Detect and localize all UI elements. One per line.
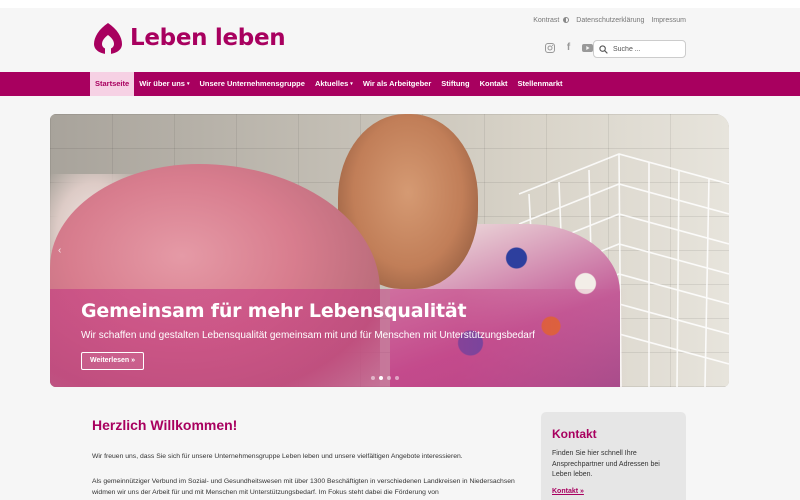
slider-dot[interactable] [371,376,375,380]
logo[interactable]: Leben leben [92,21,286,55]
contact-link[interactable]: Kontakt » [552,488,584,495]
contrast-toggle[interactable]: Kontrast [533,17,570,24]
youtube-icon[interactable] [582,42,593,53]
slider-prev-icon[interactable]: ‹ [58,245,61,256]
nav-label: Aktuelles [314,79,349,88]
chevron-down-icon: ▾ [186,81,190,87]
main-nav: Startseite Wir über uns ▾ Unsere Unterneh… [0,72,800,96]
hero-slider[interactable]: ‹ Gemeinsam für mehr Lebensqualität Wir … [50,114,729,387]
search-input[interactable] [613,45,683,53]
nav-item-startseite[interactable]: Startseite [90,72,135,96]
search-box[interactable] [593,40,686,58]
nav-item-wir-ueber-uns[interactable]: Wir über uns ▾ [134,72,194,96]
social-icons: f [544,42,593,53]
nav-item-stellenmarkt[interactable]: Stellenmarkt [513,72,568,96]
nav-item-kontakt[interactable]: Kontakt [475,72,513,96]
slider-dots [371,376,399,380]
contact-text: Finden Sie hier schnell Ihre Ansprechpar… [552,450,660,478]
nav-item-unternehmensgruppe[interactable]: Unsere Unternehmensgruppe [194,72,309,96]
logo-text: Leben leben [130,25,286,51]
privacy-link[interactable]: Datenschutzerklärung [576,17,644,24]
top-strip [0,0,800,8]
imprint-link[interactable]: Impressum [651,17,686,24]
logo-icon [94,23,122,55]
nav-label: Stellenmarkt [517,79,563,88]
body-paragraph: Als gemeinnütziger Verbund im Sozial- un… [92,478,515,496]
nav-label: Unsere Unternehmensgruppe [199,79,305,88]
search-icon [599,44,608,54]
chevron-down-icon: ▾ [350,81,353,87]
page-title: Herzlich Willkommen! [92,417,238,433]
slider-dot[interactable] [395,376,399,380]
slider-dot-active[interactable] [379,376,383,380]
contact-box: Kontakt Finden Sie hier schnell Ihre Ans… [541,412,686,500]
contact-title: Kontakt [552,427,597,441]
nav-item-stiftung[interactable]: Stiftung [436,72,474,96]
utility-links: Kontrast Datenschutzerklärung Impressum [533,17,686,24]
nav-label: Startseite [95,79,130,88]
page: Leben leben Kontrast Datenschutzerklärun… [0,0,800,500]
slider-dot[interactable] [387,376,391,380]
instagram-icon[interactable] [544,42,555,53]
nav-label: Wir über uns [139,79,185,88]
intro-paragraph: Wir freuen uns, dass Sie sich für unsere… [92,453,463,460]
nav-label: Kontakt [479,79,508,88]
nav-label: Stiftung [441,79,470,88]
nav-item-aktuelles[interactable]: Aktuelles ▾ [310,72,358,96]
hero-title: Gemeinsam für mehr Lebensqualität [81,300,467,322]
contrast-icon [563,17,570,23]
nav-item-arbeitgeber[interactable]: Wir als Arbeitgeber [358,72,436,96]
hero-subtitle: Wir schaffen und gestalten Lebensqualitä… [81,330,535,341]
contrast-label: Kontrast [533,17,560,24]
facebook-icon[interactable]: f [563,42,574,53]
read-more-button[interactable]: Weiterlesen » [81,352,145,370]
nav-label: Wir als Arbeitgeber [362,79,432,88]
